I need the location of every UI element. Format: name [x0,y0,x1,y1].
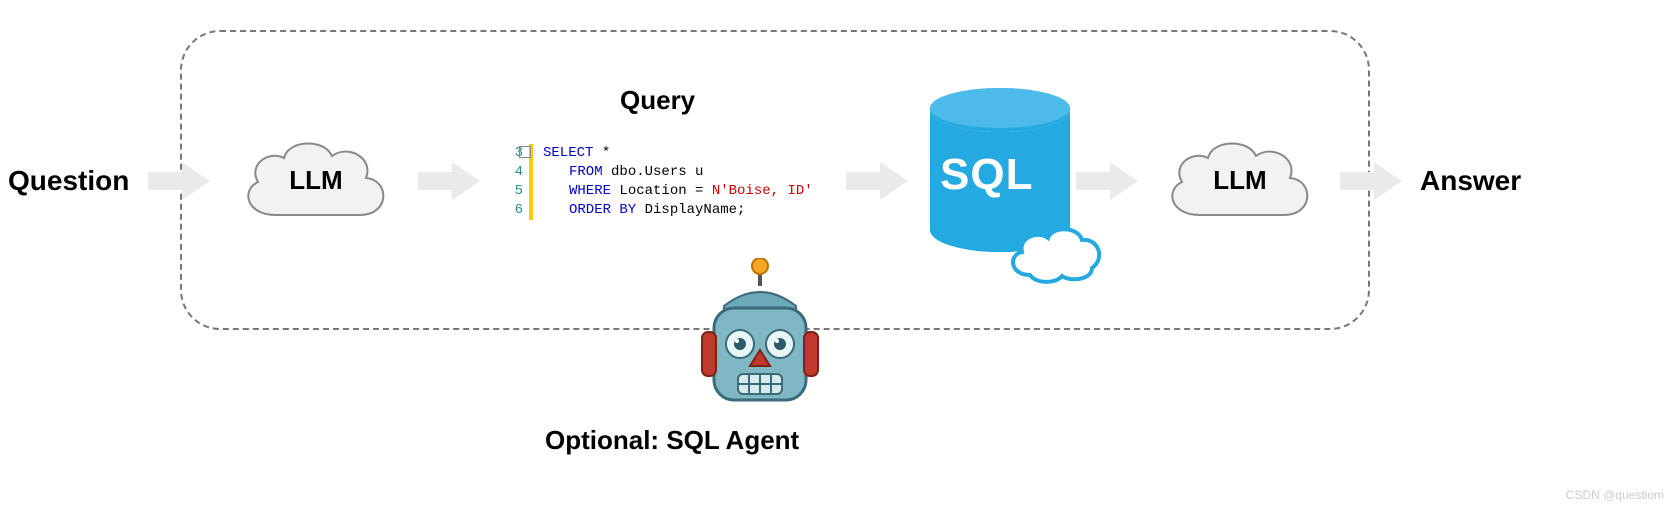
agent-label: Optional: SQL Agent [545,425,799,456]
arrow-icon [418,162,480,200]
arrow-icon [846,162,908,200]
answer-label: Answer [1420,165,1521,197]
llm-label: LLM [236,130,396,230]
query-label: Query [620,85,695,116]
llm-cloud: LLM [236,130,396,230]
database-icon: SQL [910,80,1120,290]
llm-label: LLM [1160,130,1320,230]
arrow-icon [148,162,210,200]
robot-icon [690,258,830,418]
question-label: Question [8,165,129,197]
code-lines: SELECT * FROM dbo.Users u WHERE Location… [543,144,835,220]
arrow-icon [1340,162,1402,200]
sql-code-block: 3 4 5 6 SELECT * FROM dbo.Users u WHERE … [505,144,835,220]
fold-marker-icon [529,144,533,220]
llm-cloud: LLM [1160,130,1320,230]
database-label: SQL [940,150,1033,200]
footer-watermark: CSDN @questiom [1566,488,1664,502]
